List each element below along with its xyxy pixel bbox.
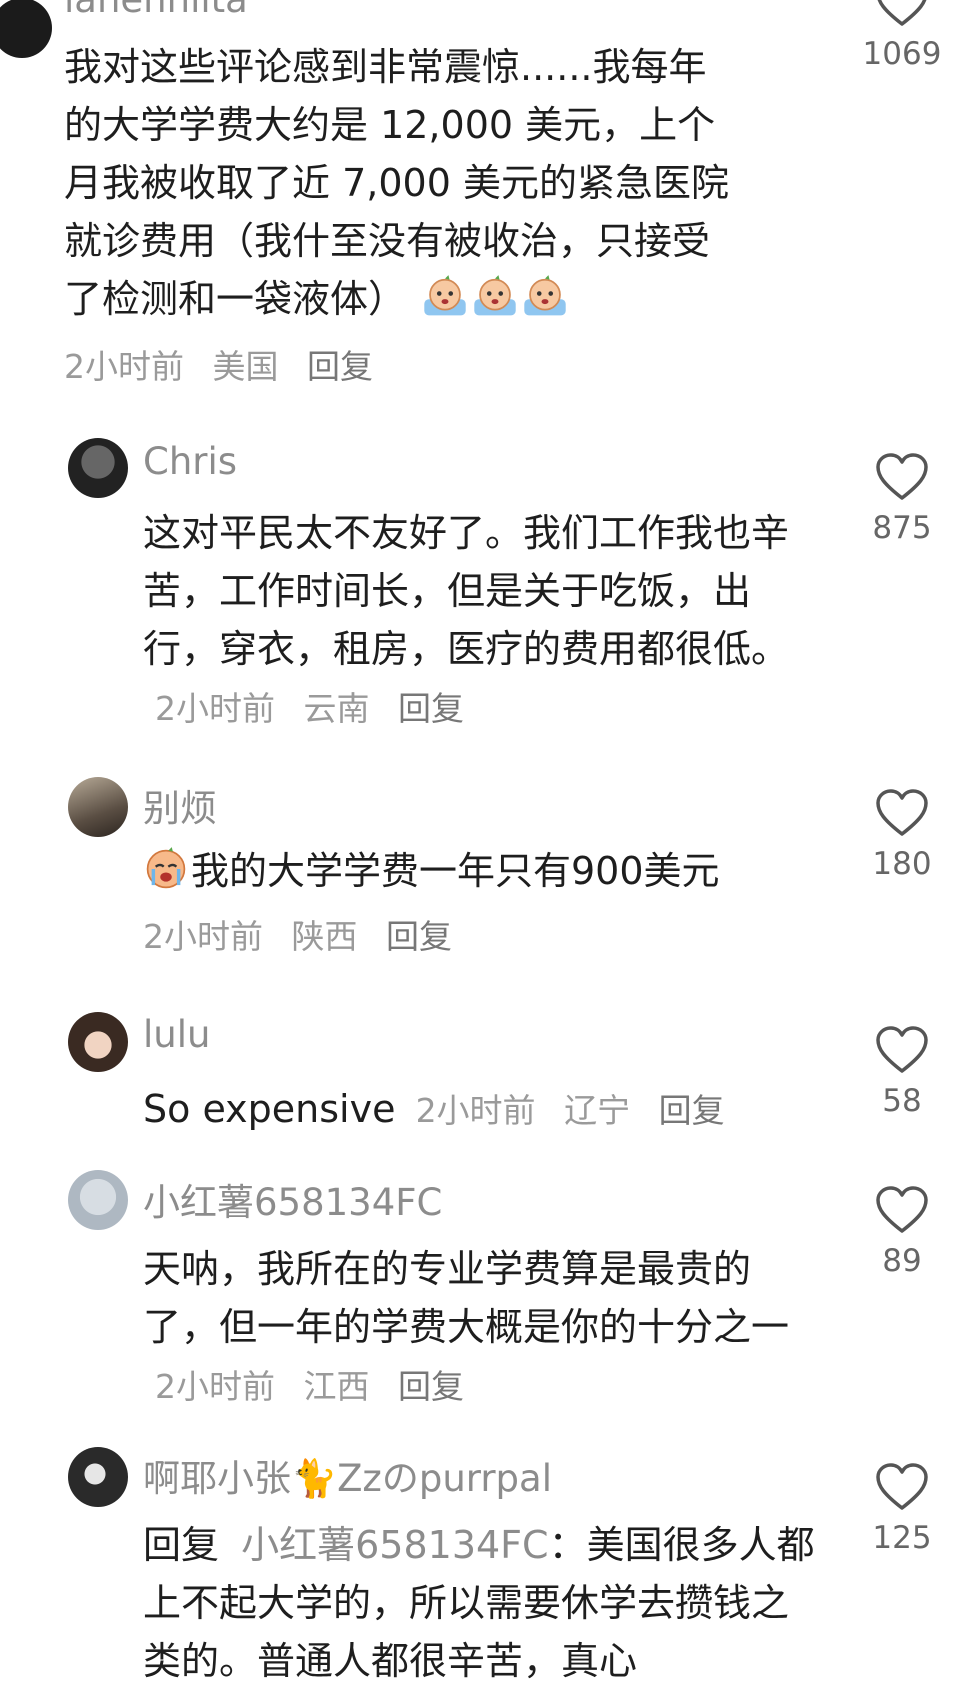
comment-text-content: 我对这些评论感到非常震惊......我每年的大学学费大约是 12,000 美元，… [64,45,729,321]
comment-location: 美国 [212,347,279,386]
comment-time: 2小时前 [415,1091,536,1130]
like-count: 180 [872,846,932,882]
comment-username[interactable]: lulu [143,1013,210,1056]
like-button[interactable]: 89 [862,1185,942,1279]
reply-target-username[interactable]: 小红薯658134FC [241,1523,548,1567]
comment-location: 云南 [303,689,370,728]
comment-username[interactable]: lanehnlita [64,0,248,21]
comment-meta: 2小时前 云南 回复 [155,689,482,728]
avatar[interactable] [68,1170,128,1230]
heart-outline-icon [876,453,928,500]
comment-text: 我的大学学费一年只有900美元 2小时前 陕西 回复 [143,842,823,966]
reply-button[interactable]: 回复 [386,917,452,956]
comment-location: 江西 [303,1367,370,1406]
reply-prefix: 回复 [143,1523,220,1567]
comment-time: 2小时前 [64,347,184,386]
crying-emoji-icon [424,275,466,316]
comment-username[interactable]: 啊耶小张🐈Zzのpurrpal [143,1448,552,1502]
comment-text: So expensive 2小时前 辽宁 回复 [143,1080,823,1140]
comment-text-content: 我的大学学费一年只有900美元 [191,849,720,893]
like-count: 125 [872,1520,932,1556]
comment-meta: 2小时前 陕西 回复 [143,908,823,966]
heart-outline-icon [877,0,927,26]
comment-text: 天呐，我所在的专业学费算是最贵的了，但一年的学费大概是你的十分之一 2小时前 江… [143,1240,823,1416]
comment-location: 陕西 [291,917,358,956]
avatar[interactable] [68,438,128,498]
comment-location: 辽宁 [564,1091,631,1130]
comment-username[interactable]: Chris [143,440,237,483]
like-count: 1069 [862,36,942,72]
comment-time: 2小时前 [143,917,263,956]
crying-emoji-icon [474,275,516,316]
comment-time: 2小时前 [155,689,275,728]
comment-meta: 2小时前 美国 回复 [64,338,744,396]
comment-text-content: 这对平民太不友好了。我们工作我也辛苦，工作时间长，但是关于吃饭，出行，穿衣，租房… [143,511,790,671]
like-button[interactable]: 58 [862,1025,942,1119]
like-button[interactable]: 125 [862,1462,942,1556]
heart-outline-icon [876,789,928,836]
comment-time: 2小时前 [155,1367,275,1406]
like-count: 875 [872,510,932,546]
comment-text-content: 天呐，我所在的专业学费算是最贵的了，但一年的学费大概是你的十分之一 [143,1247,790,1349]
comment-text-content: So expensive [143,1087,396,1131]
comment-meta: 2小时前 辽宁 回复 [416,1091,743,1130]
comment-text: 这对平民太不友好了。我们工作我也辛苦，工作时间长，但是关于吃饭，出行，穿衣，租房… [143,504,823,738]
avatar[interactable] [68,777,128,837]
crying-emoji-icon [146,847,186,889]
comment-username[interactable]: 小红薯658134FC [143,1172,442,1226]
heart-outline-icon [876,1026,928,1073]
avatar[interactable] [68,1012,128,1072]
comment-text: 我对这些评论感到非常震惊......我每年的大学学费大约是 12,000 美元，… [64,38,744,396]
heart-outline-icon [876,1463,928,1510]
like-button[interactable]: 875 [862,452,942,546]
comment-username[interactable]: 别烦 [143,778,217,832]
reply-button[interactable]: 回复 [398,1367,464,1406]
heart-outline-icon [876,1186,928,1233]
reply-button[interactable]: 回复 [659,1091,725,1130]
reply-button[interactable]: 回复 [307,347,373,386]
comment-meta: 2小时前 江西 回复 [155,1367,482,1406]
avatar[interactable] [68,1447,128,1507]
avatar[interactable] [0,0,52,58]
reply-button[interactable]: 回复 [398,689,464,728]
like-button[interactable]: 180 [862,788,942,882]
like-count: 58 [882,1083,922,1119]
crying-emoji-icon [524,275,566,316]
like-count: 89 [882,1243,922,1279]
like-button[interactable]: 1069 [862,0,942,72]
comment-text: 回复 小红薯658134FC：美国很多人都上不起大学的，所以需要休学去攒钱之类的… [143,1516,823,1690]
